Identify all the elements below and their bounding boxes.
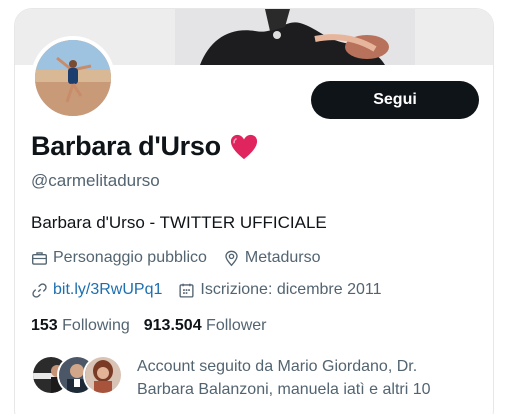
profile-category: Personaggio pubblico xyxy=(31,249,207,267)
followers-count: 913.504 xyxy=(143,317,202,334)
heart-icon xyxy=(230,134,257,159)
briefcase-icon xyxy=(32,251,47,265)
following-stat[interactable]: 153 Following xyxy=(31,317,130,335)
follower-avatar-image xyxy=(85,357,121,393)
following-label: Following xyxy=(62,317,130,334)
link-icon xyxy=(32,282,47,298)
avatar-image xyxy=(35,40,111,116)
following-count: 153 xyxy=(31,317,58,334)
profile-meta-row-1: Personaggio pubblico Metadurso xyxy=(31,249,336,267)
profile-location: Metadurso xyxy=(223,249,321,267)
profile-avatar[interactable] xyxy=(31,36,115,120)
profile-card: Segui Barbara d'Urso @carmelitadurso Bar… xyxy=(14,8,494,414)
followers-label: Follower xyxy=(206,317,267,334)
profile-link-label[interactable]: bit.ly/3RwUPq1 xyxy=(53,281,162,299)
followers-stat[interactable]: 913.504 Follower xyxy=(144,317,267,335)
profile-joined: Iscrizione: dicembre 2011 xyxy=(178,281,382,299)
profile-joined-label: Iscrizione: dicembre 2011 xyxy=(200,281,382,298)
location-pin-icon xyxy=(225,250,238,266)
profile-handle: @carmelitadurso xyxy=(31,171,160,190)
followed-by-avatars xyxy=(31,355,127,395)
profile-bio: Barbara d'Urso - TWITTER UFFICIALE xyxy=(31,213,327,232)
profile-name-row: Barbara d'Urso xyxy=(31,131,259,162)
profile-link[interactable]: bit.ly/3RwUPq1 xyxy=(31,281,162,299)
follow-button[interactable]: Segui xyxy=(311,81,479,119)
profile-meta-row-2: bit.ly/3RwUPq1 Iscrizione: dicembre 2011 xyxy=(31,281,398,299)
followed-by-text: Account seguito da Mario Giordano, Dr. B… xyxy=(137,358,431,398)
profile-location-label: Metadurso xyxy=(244,249,321,266)
profile-name: Barbara d'Urso xyxy=(31,131,221,161)
calendar-icon xyxy=(179,283,194,298)
followed-by[interactable]: Account seguito da Mario Giordano, Dr. B… xyxy=(31,355,467,401)
profile-category-label: Personaggio pubblico xyxy=(53,249,207,266)
follower-avatar xyxy=(83,355,123,395)
profile-stats: 153 Following 913.504 Follower xyxy=(31,317,281,335)
